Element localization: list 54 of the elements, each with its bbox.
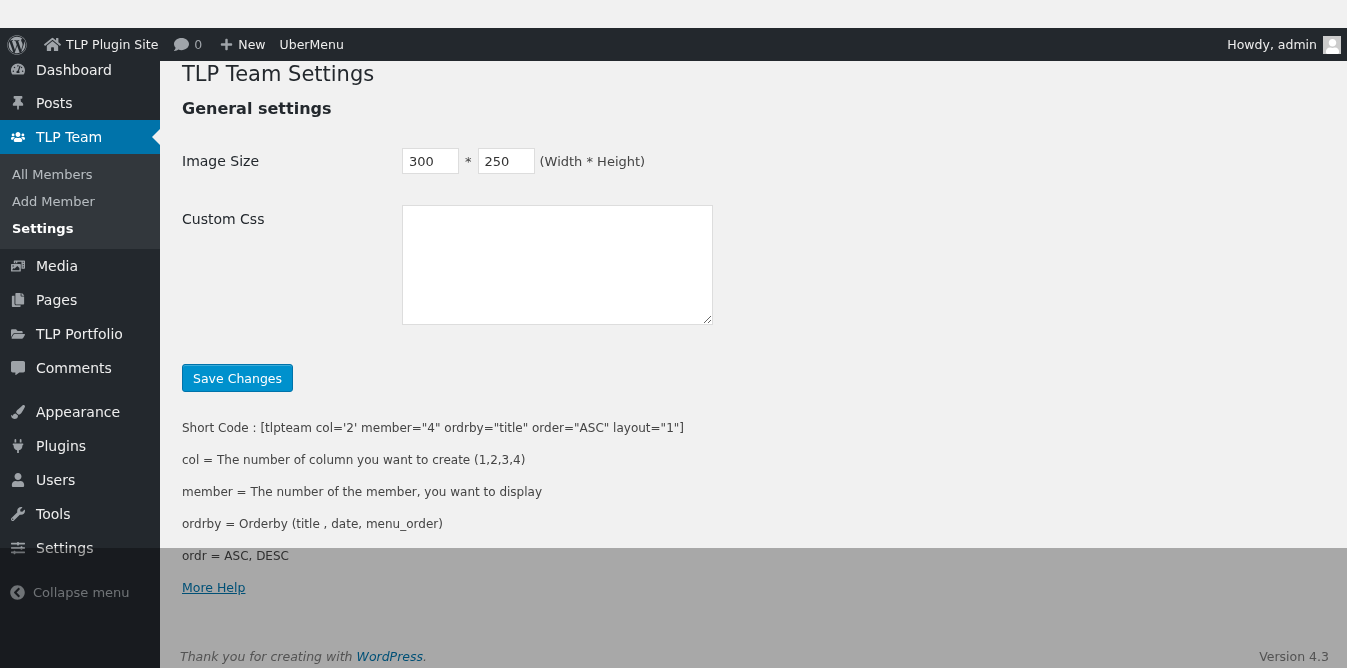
save-button[interactable]: Save Changes xyxy=(182,364,294,392)
menu-link[interactable]: UberMenu xyxy=(279,37,344,52)
people-icon xyxy=(9,130,27,144)
plus-icon[interactable] xyxy=(220,38,234,51)
logo-icon[interactable] xyxy=(7,34,27,55)
menu-item[interactable]: TLP Team xyxy=(0,120,160,154)
site-name-link[interactable]: TLP Plugin Site xyxy=(66,37,159,52)
comment-icon[interactable] xyxy=(174,37,190,52)
separator-text: * xyxy=(465,153,472,169)
menu-item[interactable]: Media xyxy=(0,249,160,283)
pages-icon xyxy=(9,293,27,307)
media-icon xyxy=(9,259,27,273)
wordpress-link[interactable]: WordPress xyxy=(356,649,423,664)
collapse-menu-button[interactable]: Collapse menu xyxy=(0,575,160,609)
help-text: ordr = ASC, DESC xyxy=(182,548,290,565)
field-label: Image Size xyxy=(182,153,261,169)
new-link[interactable]: New xyxy=(238,37,266,52)
help-text: Short Code : [tlpteam col='2' member="4" ordrby="title" order="ASC" layout="1"] xyxy=(182,420,685,437)
submenu-item[interactable]: Add Member xyxy=(0,188,160,215)
version-text: Version 4.3 xyxy=(1259,649,1329,664)
help-link[interactable]: More Help xyxy=(182,572,246,604)
menu-item[interactable]: Posts xyxy=(0,86,160,120)
menu-item[interactable]: Settings xyxy=(0,531,160,565)
submenu-item[interactable]: Settings xyxy=(0,215,160,242)
help-text: ordrby = Orderby (title , date, menu_order) xyxy=(182,516,444,533)
help-text: col = The number of column you want to create (1,2,3,4) xyxy=(182,452,527,469)
width-input[interactable]: 300 xyxy=(402,148,459,174)
help-text: member = The number of the member, you want to display xyxy=(182,484,543,501)
menu-item[interactable]: TLP Portfolio xyxy=(0,317,160,351)
speech-bubble-icon xyxy=(9,361,27,375)
menu-item[interactable]: Appearance xyxy=(0,395,160,429)
menu-item[interactable]: Comments xyxy=(0,351,160,385)
field-label: Custom Css xyxy=(182,211,266,227)
menu-item[interactable]: Dashboard xyxy=(0,61,160,86)
greeting-link[interactable]: Howdy, admin xyxy=(1227,37,1317,52)
menu-item[interactable]: Tools xyxy=(0,497,160,531)
hint-text: (Width * Height) xyxy=(539,153,646,169)
avatar-icon[interactable] xyxy=(1323,35,1341,54)
footer-text: Thank you for creating with WordPress. xyxy=(180,649,427,664)
page-title: TLP Team Settings xyxy=(182,61,376,87)
height-input[interactable]: 250 xyxy=(477,148,535,174)
sliders-icon xyxy=(9,541,27,555)
folder-icon xyxy=(9,327,27,341)
paintbrush-icon xyxy=(9,405,27,419)
gauge-icon xyxy=(9,62,27,76)
person-icon xyxy=(9,473,27,487)
section-title: General settings xyxy=(182,99,333,118)
wrench-icon xyxy=(9,507,27,521)
comments-count[interactable]: 0 xyxy=(194,37,203,52)
submenu-item[interactable]: All Members xyxy=(0,161,160,188)
menu-item[interactable]: Pages xyxy=(0,283,160,317)
menu-item[interactable]: Plugins xyxy=(0,429,160,463)
home-icon[interactable] xyxy=(44,36,61,53)
menu-item[interactable]: Users xyxy=(0,463,160,497)
